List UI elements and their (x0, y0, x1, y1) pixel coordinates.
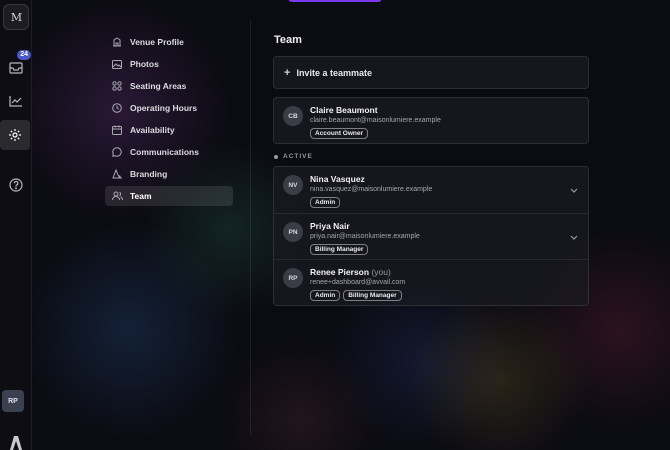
brand-icon (3, 430, 29, 450)
building-icon (111, 36, 123, 48)
invite-label: Invite a teammate (296, 67, 372, 78)
palette-icon (111, 168, 123, 180)
inbox-icon[interactable]: 24 (3, 50, 31, 80)
role-badges: Admin (310, 197, 588, 208)
role-badge: Admin (310, 197, 341, 208)
avatar: NV (283, 175, 303, 195)
member-row: CB Claire Beaumont claire.beaumont@maiso… (274, 98, 588, 144)
app-rail: M 24 RP (0, 0, 32, 450)
nav-item-communications[interactable]: Communications (105, 142, 233, 162)
notification-badge: 24 (17, 50, 31, 60)
nav-label: Branding (130, 169, 168, 179)
settings-nav: Venue Profile Photos Seating Areas Opera… (105, 32, 233, 208)
nav-label: Team (130, 191, 152, 201)
role-badges: Admin Billing Manager (310, 290, 588, 301)
chevron-down-icon[interactable] (570, 227, 578, 245)
nav-item-photos[interactable]: Photos (105, 54, 233, 74)
logo-text: M (10, 10, 22, 24)
nav-label: Communications (130, 147, 199, 157)
nav-divider (250, 20, 251, 435)
plus-icon: + (284, 66, 291, 79)
nav-item-team[interactable]: Team (105, 186, 233, 206)
top-accent-bar (288, 0, 382, 2)
member-name: Priya Nair (310, 221, 350, 231)
help-icon[interactable] (3, 172, 29, 198)
member-email: claire.beaumont@maisonlumiere.example (310, 117, 441, 124)
member-row[interactable]: PN Priya Nair priya.nair@maisonlumiere.e… (274, 213, 588, 259)
member-email: priya.nair@maisonlumiere.example (310, 233, 420, 240)
role-badge: Billing Manager (343, 290, 402, 301)
nav-label: Photos (130, 59, 159, 69)
active-members-list: NV Nina Vasquez nina.vasquez@maisonlumie… (273, 166, 589, 306)
avatar: RP (283, 268, 303, 288)
chat-icon (111, 146, 123, 158)
member-name: Claire Beaumont (310, 105, 378, 115)
avatar: PN (283, 222, 303, 242)
owner-card: CB Claire Beaumont claire.beaumont@maiso… (273, 97, 589, 144)
member-row[interactable]: NV Nina Vasquez nina.vasquez@maisonlumie… (274, 167, 588, 213)
section-label-active: ACTIVE (274, 153, 313, 160)
nav-label: Seating Areas (130, 81, 187, 91)
role-badge: Account Owner (310, 128, 369, 139)
logo-icon[interactable]: M (3, 4, 29, 30)
page-title: Team (274, 34, 302, 46)
image-icon (111, 58, 123, 70)
member-name: Renee Pierson (you) (310, 267, 588, 278)
nav-item-venue-profile[interactable]: Venue Profile (105, 32, 233, 52)
status-dot (274, 154, 278, 159)
nav-label: Availability (130, 125, 175, 135)
clock-icon (111, 102, 123, 114)
invite-teammate-button[interactable]: + Invite a teammate (273, 56, 589, 89)
member-email: nina.vasquez@maisonlumiere.example (310, 186, 433, 193)
grid-icon (111, 80, 123, 92)
avatar: CB (283, 106, 303, 126)
section-label-text: ACTIVE (283, 153, 313, 160)
you-label: (you) (371, 267, 391, 277)
role-badge: Billing Manager (310, 244, 369, 255)
nav-label: Venue Profile (130, 37, 184, 47)
member-name: Nina Vasquez (310, 174, 365, 184)
user-initials: RP (8, 397, 18, 405)
nav-item-availability[interactable]: Availability (105, 120, 233, 140)
role-badges: Account Owner (310, 128, 588, 139)
role-badge: Admin (310, 290, 341, 301)
member-name-text: Renee Pierson (310, 267, 370, 277)
nav-item-operating-hours[interactable]: Operating Hours (105, 98, 233, 118)
chevron-down-icon[interactable] (570, 180, 578, 198)
member-row: RP Renee Pierson (you) renee+dashboard@a… (274, 259, 588, 305)
user-avatar[interactable]: RP (2, 390, 24, 412)
role-badges: Billing Manager (310, 244, 588, 255)
chart-icon[interactable] (3, 88, 29, 114)
calendar-icon (111, 124, 123, 136)
settings-icon[interactable] (0, 120, 30, 150)
nav-item-seating-areas[interactable]: Seating Areas (105, 76, 233, 96)
nav-item-branding[interactable]: Branding (105, 164, 233, 184)
users-icon (111, 190, 123, 202)
member-email: renee+dashboard@avvail.com (310, 279, 406, 286)
nav-label: Operating Hours (130, 103, 198, 113)
